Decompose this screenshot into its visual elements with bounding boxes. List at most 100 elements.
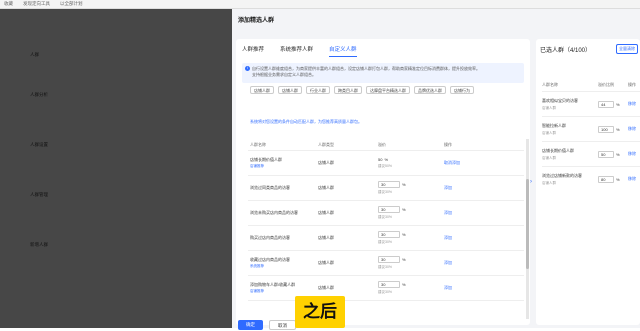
tab-recommended[interactable]: 人群推荐 (242, 45, 264, 57)
info-icon: i (245, 66, 250, 71)
audience-name: 购买过店内商品的访客 (250, 235, 290, 240)
remove-button[interactable]: 移除 (628, 126, 640, 132)
premium-hint: 建议30% (378, 190, 393, 194)
selected-header: 人群名称 溢价比例 操作 (542, 79, 640, 91)
premium-input[interactable]: 30 (378, 281, 400, 288)
col-name: 人群名称 (250, 141, 266, 147)
browser-bookmark-bar: 收藏 发现定向工具 以全部计划 (0, 0, 640, 9)
audience-name: 浏览未购买店内商品的访客 (250, 210, 298, 215)
tab-bar: 人群推荐 系统推荐人群 自定义人群 (242, 45, 357, 57)
audience-type: 店铺人群 (318, 185, 334, 190)
add-button[interactable]: 添加 (444, 185, 484, 191)
premium-input[interactable]: 100 (598, 125, 614, 133)
table-row: 购买过店内商品的访客 店铺人群 30% 建议30% 添加 (248, 226, 524, 251)
premium-input[interactable]: 80 (598, 175, 614, 183)
filter-chips: 店铺人群 店铺人群 行业人群 跨类目人群 达摩盘平台精选人群 品牌优选人群 店铺… (250, 86, 524, 94)
clear-all-button[interactable]: 全量清除 (616, 44, 638, 54)
col-premium: 溢价 (378, 141, 386, 147)
audience-type: 店铺人群 (318, 235, 334, 240)
premium-input[interactable]: 50 (598, 150, 614, 158)
audience-name: 浏览过店铺新款的访客 (542, 172, 582, 178)
audience-name: 智能拉新人群 (542, 122, 566, 128)
selected-audience-card: 已选人群（4/100） 全量清除 人群名称 溢价比例 操作 喜欢相似宝贝的访客店… (536, 39, 640, 325)
premium-input[interactable]: 30 (378, 231, 400, 238)
filter-chip[interactable]: 跨类目人群 (334, 86, 362, 94)
col-premium: 溢价比例 (598, 82, 614, 87)
premium-input[interactable]: 30 (378, 256, 400, 263)
premium-hint: 建议50% (378, 164, 393, 168)
audience-table: 人群名称 人群类型 溢价 操作 店铺长期价值人群 店铺推荐 店铺人群 50% 建议5… (248, 139, 524, 301)
premium-hint: 建议30% (378, 215, 393, 219)
remove-button[interactable]: 移除 (628, 101, 640, 107)
selected-title: 已选人群（4/100） (540, 48, 592, 54)
match-tip: 系统将对您设置的条件自动匹配人群，为您推荐高质量人群包。 (250, 119, 362, 124)
tab-custom[interactable]: 自定义人群 (329, 45, 357, 57)
selected-row: 喜欢相似宝贝的访客 店铺人群 44% 移除 (542, 91, 640, 116)
premium-input[interactable]: 44 (598, 100, 614, 108)
table-row: 添加购物车人群/收藏人群 店铺推荐 店铺人群 30% 建议30% 添加 (248, 276, 524, 301)
audience-name: 店铺长期价值人群 (542, 147, 574, 153)
filter-chip[interactable]: 店铺行为 (450, 86, 474, 94)
modal-overlay[interactable] (0, 9, 232, 328)
premium-value: 50 (378, 157, 383, 162)
premium-input[interactable]: 30 (378, 181, 400, 188)
col-action: 操作 (444, 141, 452, 147)
audience-type: 店铺人群 (318, 210, 334, 215)
premium-hint: 建议30% (378, 240, 393, 244)
footer-buttons: 确定 取消 (238, 320, 296, 330)
filter-chip[interactable]: 达摩盘平台精选人群 (366, 86, 410, 94)
filter-chip[interactable]: 店铺人群 (250, 86, 274, 94)
audience-tag: 店铺推荐 (250, 289, 264, 293)
add-button[interactable]: 添加 (444, 285, 484, 291)
scrollbar[interactable] (526, 139, 529, 319)
table-header: 人群名称 人群类型 溢价 操作 (248, 139, 524, 151)
notice-text: 支持根据业务需求自定义人群组合。 (252, 72, 316, 77)
selected-row: 浏览过店铺新款的访客 店铺人群 80% 移除 (542, 166, 640, 191)
tab-system[interactable]: 系统推荐人群 (280, 45, 313, 57)
audience-type: 店铺人群 (318, 260, 334, 265)
filter-chip[interactable]: 行业人群 (306, 86, 330, 94)
filter-chip[interactable]: 店铺人群 (278, 86, 302, 94)
audience-type: 店铺人群 (318, 160, 334, 165)
audience-name: 收藏过店内商品的访客 (250, 257, 290, 262)
add-button[interactable]: 添加 (444, 210, 484, 216)
scrollbar-thumb[interactable] (526, 179, 529, 269)
audience-name: 添加购物车人群/收藏人群 (250, 282, 296, 287)
audience-type: 店铺人群 (542, 105, 556, 110)
col-action: 操作 (628, 82, 636, 87)
premium-hint: 建议30% (378, 290, 393, 294)
selected-table: 人群名称 溢价比例 操作 喜欢相似宝贝的访客 店铺人群 44% 移除 智能拉新人群… (542, 79, 640, 191)
filter-chip[interactable]: 品牌优选人群 (414, 86, 446, 94)
audience-name: 喜欢相似宝贝的访客 (542, 97, 578, 103)
audience-name: 店铺长期价值人群 (250, 157, 282, 162)
cancel-button[interactable]: 取消 (269, 320, 296, 330)
bookmark-item[interactable]: 发现定向工具 (23, 1, 50, 7)
col-name: 人群名称 (542, 82, 558, 87)
audience-type: 店铺人群 (542, 155, 556, 160)
audience-picker-card: 人群推荐 系统推荐人群 自定义人群 i 自行设置人群维度组合，为商家提供丰富的人… (236, 39, 530, 325)
audience-tag: 系统推荐 (250, 264, 264, 268)
premium-hint: 建议30% (378, 265, 393, 269)
audience-type: 店铺人群 (542, 130, 556, 135)
bookmark-item[interactable]: 以全部计划 (60, 1, 83, 7)
info-notice: i 自行设置人群维度组合，为商家提供丰富的人群组合，设定店铺人群打包人群，帮助商… (242, 63, 524, 83)
add-button[interactable]: 添加 (444, 235, 484, 241)
drawer-panel: 添加精选人群 人群推荐 系统推荐人群 自定义人群 i 自行设置人群维度组合，为商… (232, 9, 640, 328)
audience-type: 店铺人群 (542, 180, 556, 185)
chevron-right-icon: › (530, 179, 532, 185)
remove-button[interactable]: 移除 (628, 151, 640, 157)
selected-row: 智能拉新人群 店铺人群 100% 移除 (542, 116, 640, 141)
col-type: 人群类型 (318, 141, 334, 147)
remove-button[interactable]: 移除 (628, 176, 640, 182)
table-row: 浏览未购买店内商品的访客 店铺人群 30% 建议30% 添加 (248, 201, 524, 226)
premium-input[interactable]: 30 (378, 206, 400, 213)
bookmark-item[interactable]: 收藏 (4, 1, 13, 7)
table-row: 店铺长期价值人群 店铺推荐 店铺人群 50% 建议50% 取消添加 (248, 151, 524, 176)
video-caption: 之后 (295, 296, 345, 328)
selected-row: 店铺长期价值人群 店铺人群 50% 移除 (542, 141, 640, 166)
remove-button[interactable]: 取消添加 (444, 160, 484, 166)
add-button[interactable]: 添加 (444, 260, 484, 266)
confirm-button[interactable]: 确定 (238, 320, 263, 330)
audience-name: 浏览过同类商品的访客 (250, 185, 290, 190)
table-row: 收藏过店内商品的访客 系统推荐 店铺人群 30% 建议30% 添加 (248, 251, 524, 276)
